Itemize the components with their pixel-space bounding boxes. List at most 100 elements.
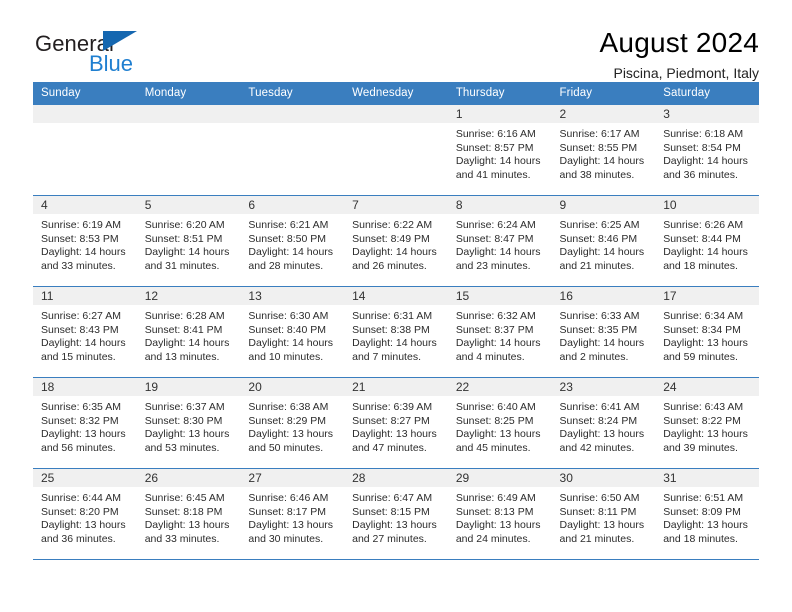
day-details: Sunrise: 6:21 AM Sunset: 8:50 PM Daylight:… — [240, 214, 344, 273]
calendar-day-cell[interactable]: 14 Sunrise: 6:31 AM Sunset: 8:38 PM Dayligh… — [344, 286, 448, 378]
sunrise-time: Sunrise: 6:34 AM — [663, 310, 744, 322]
calendar-week-row: 18 Sunrise: 6:35 AM Sunset: 8:32 PM Dayligh… — [33, 377, 759, 469]
sunset-time: Sunset: 8:43 PM — [41, 323, 119, 336]
calendar-day-cell[interactable]: 12 Sunrise: 6:28 AM Sunset: 8:41 PM Dayligh… — [136, 286, 241, 378]
day-number: 7 — [344, 196, 448, 214]
calendar-day-cell[interactable]: 24 Sunrise: 6:43 AM Sunset: 8:22 PM Dayligh… — [655, 377, 759, 469]
daylight-duration-line2: and 4 minutes. — [455, 350, 525, 363]
calendar-week-row: 11 Sunrise: 6:27 AM Sunset: 8:43 PM Dayligh… — [33, 286, 759, 378]
day-number: 26 — [136, 469, 241, 487]
weekday-header-sunday: Sunday — [33, 82, 137, 105]
daylight-duration-line2: and 36 minutes. — [663, 168, 738, 181]
calendar-day-cell[interactable]: 31 Sunrise: 6:51 AM Sunset: 8:09 PM Dayligh… — [655, 468, 759, 559]
day-details: Sunrise: 6:30 AM Sunset: 8:40 PM Daylight:… — [240, 305, 344, 364]
sunset-time: Sunset: 8:13 PM — [455, 505, 534, 518]
calendar-day-cell[interactable]: 9 Sunrise: 6:25 AM Sunset: 8:46 PM Daylight… — [551, 195, 656, 287]
calendar-day-cell[interactable]: 4 Sunrise: 6:19 AM Sunset: 8:53 PM Daylight… — [33, 195, 137, 287]
day-details: Sunrise: 6:37 AM Sunset: 8:30 PM Daylight:… — [137, 396, 241, 455]
calendar-day-cell[interactable]: 15 Sunrise: 6:32 AM Sunset: 8:37 PM Dayligh… — [447, 286, 552, 378]
sunset-time: Sunset: 8:51 PM — [144, 232, 223, 245]
day-details: Sunrise: 6:25 AM Sunset: 8:46 PM Daylight:… — [552, 214, 656, 273]
daylight-duration-line1: Daylight: 13 hours — [144, 519, 230, 532]
calendar-day-cell[interactable]: 26 Sunrise: 6:45 AM Sunset: 8:18 PM Dayligh… — [136, 468, 241, 559]
day-number: 24 — [655, 378, 759, 396]
sunrise-time: Sunrise: 6:45 AM — [144, 492, 225, 504]
general-blue-logo[interactable]: General Blue — [33, 26, 203, 78]
sunset-time: Sunset: 8:40 PM — [248, 323, 327, 336]
calendar-bottom-rule — [33, 559, 759, 560]
sunset-time: Sunset: 8:35 PM — [559, 323, 638, 336]
calendar-grid: Sunday Monday Tuesday Wednesday Thursday… — [33, 82, 759, 559]
calendar-day-cell[interactable]: 8 Sunrise: 6:24 AM Sunset: 8:47 PM Daylight… — [447, 195, 552, 287]
day-details: Sunrise: 6:49 AM Sunset: 8:13 PM Daylight:… — [448, 487, 552, 546]
day-details: Sunrise: 6:34 AM Sunset: 8:34 PM Daylight:… — [655, 305, 759, 364]
calendar-day-cell[interactable]: 27 Sunrise: 6:46 AM Sunset: 8:17 PM Dayligh… — [240, 468, 345, 559]
day-number: 20 — [240, 378, 345, 396]
sunrise-time: Sunrise: 6:24 AM — [455, 219, 536, 231]
sunset-time: Sunset: 8:50 PM — [248, 232, 327, 245]
day-number: 14 — [344, 287, 448, 305]
daylight-duration-line2: and 26 minutes. — [352, 259, 427, 272]
sunrise-time: Sunrise: 6:19 AM — [41, 219, 121, 231]
daylight-duration-line2: and 47 minutes. — [352, 441, 427, 454]
calendar-day-cell[interactable]: 19 Sunrise: 6:37 AM Sunset: 8:30 PM Dayligh… — [136, 377, 241, 469]
calendar-day-cell[interactable]: 3 Sunrise: 6:18 AM Sunset: 8:54 PM Daylight… — [655, 105, 759, 196]
calendar-day-cell[interactable]: 20 Sunrise: 6:38 AM Sunset: 8:29 PM Dayligh… — [240, 377, 345, 469]
calendar-day-cell[interactable]: 18 Sunrise: 6:35 AM Sunset: 8:32 PM Dayligh… — [33, 377, 137, 469]
calendar-week-row: 25 Sunrise: 6:44 AM Sunset: 8:20 PM Dayligh… — [33, 468, 759, 559]
day-details: Sunrise: 6:22 AM Sunset: 8:49 PM Daylight:… — [344, 214, 448, 273]
day-details: Sunrise: 6:46 AM Sunset: 8:17 PM Daylight:… — [240, 487, 344, 546]
sunset-time: Sunset: 8:27 PM — [352, 414, 430, 427]
calendar-day-cell[interactable]: 6 Sunrise: 6:21 AM Sunset: 8:50 PM Daylight… — [240, 195, 345, 287]
sunrise-time: Sunrise: 6:31 AM — [352, 310, 433, 322]
calendar-day-cell[interactable]: 17 Sunrise: 6:34 AM Sunset: 8:34 PM Dayligh… — [655, 286, 759, 378]
location-subtitle: Piscina, Piedmont, Italy — [613, 65, 759, 81]
sunrise-time: Sunrise: 6:28 AM — [144, 310, 225, 322]
calendar-day-cell[interactable]: 25 Sunrise: 6:44 AM Sunset: 8:20 PM Dayligh… — [33, 468, 137, 559]
daylight-duration-line2: and 56 minutes. — [41, 441, 116, 454]
calendar-day-cell[interactable]: 11 Sunrise: 6:27 AM Sunset: 8:43 PM Dayligh… — [33, 286, 137, 378]
calendar-day-cell[interactable]: 10 Sunrise: 6:26 AM Sunset: 8:44 PM Dayligh… — [655, 195, 759, 287]
day-details: Sunrise: 6:50 AM Sunset: 8:11 PM Daylight:… — [552, 487, 656, 546]
day-number: 10 — [655, 196, 759, 214]
page-title: August 2024 — [599, 27, 759, 58]
calendar-day-cell[interactable]: 21 Sunrise: 6:39 AM Sunset: 8:27 PM Dayligh… — [344, 377, 448, 469]
day-details: Sunrise: 6:38 AM Sunset: 8:29 PM Daylight:… — [240, 396, 344, 455]
calendar-day-cell[interactable]: 5 Sunrise: 6:20 AM Sunset: 8:51 PM Daylight… — [136, 195, 241, 287]
calendar-day-cell[interactable]: 23 Sunrise: 6:41 AM Sunset: 8:24 PM Dayligh… — [551, 377, 656, 469]
day-number — [136, 105, 241, 123]
day-details: Sunrise: 6:41 AM Sunset: 8:24 PM Daylight:… — [552, 396, 656, 455]
sunset-time: Sunset: 8:17 PM — [248, 505, 327, 518]
calendar-day-cell[interactable]: 29 Sunrise: 6:49 AM Sunset: 8:13 PM Dayligh… — [447, 468, 552, 559]
daylight-duration-line1: Daylight: 13 hours — [248, 428, 334, 441]
sunrise-time: Sunrise: 6:20 AM — [144, 219, 225, 231]
day-number: 19 — [136, 378, 241, 396]
sunset-time: Sunset: 8:32 PM — [41, 414, 119, 427]
calendar-day-cell[interactable]: 7 Sunrise: 6:22 AM Sunset: 8:49 PM Daylight… — [344, 195, 448, 287]
calendar-day-cell[interactable]: 13 Sunrise: 6:30 AM Sunset: 8:40 PM Dayligh… — [240, 286, 345, 378]
daylight-duration-line2: and 59 minutes. — [663, 350, 738, 363]
daylight-duration-line1: Daylight: 13 hours — [352, 428, 437, 441]
sunset-time: Sunset: 8:47 PM — [455, 232, 534, 245]
day-details: Sunrise: 6:35 AM Sunset: 8:32 PM Daylight:… — [33, 396, 137, 455]
sunset-time: Sunset: 8:24 PM — [559, 414, 638, 427]
sunrise-time: Sunrise: 6:16 AM — [455, 128, 536, 140]
sunset-time: Sunset: 8:44 PM — [663, 232, 741, 245]
calendar-day-cell[interactable]: 30 Sunrise: 6:50 AM Sunset: 8:11 PM Dayligh… — [551, 468, 656, 559]
day-number — [240, 105, 345, 123]
sunset-time: Sunset: 8:37 PM — [455, 323, 534, 336]
day-details: Sunrise: 6:31 AM Sunset: 8:38 PM Daylight:… — [344, 305, 448, 364]
calendar-body: 1 Sunrise: 6:16 AM Sunset: 8:57 PM Daylight… — [33, 105, 759, 559]
sunrise-time: Sunrise: 6:22 AM — [352, 219, 433, 231]
sunset-time: Sunset: 8:22 PM — [663, 414, 741, 427]
daylight-duration-line1: Daylight: 14 hours — [455, 337, 541, 350]
calendar-day-cell[interactable]: 2 Sunrise: 6:17 AM Sunset: 8:55 PM Daylight… — [551, 105, 656, 196]
calendar-day-cell[interactable]: 22 Sunrise: 6:40 AM Sunset: 8:25 PM Dayligh… — [447, 377, 552, 469]
sunrise-time: Sunrise: 6:41 AM — [559, 401, 640, 413]
calendar-day-cell[interactable]: 28 Sunrise: 6:47 AM Sunset: 8:15 PM Dayligh… — [344, 468, 448, 559]
calendar-day-cell[interactable]: 1 Sunrise: 6:16 AM Sunset: 8:57 PM Daylight… — [447, 105, 552, 196]
calendar-day-cell[interactable]: 16 Sunrise: 6:33 AM Sunset: 8:35 PM Dayligh… — [551, 286, 656, 378]
daylight-duration-line2: and 27 minutes. — [352, 532, 427, 545]
sunrise-time: Sunrise: 6:37 AM — [144, 401, 225, 413]
daylight-duration-line2: and 18 minutes. — [663, 532, 738, 545]
